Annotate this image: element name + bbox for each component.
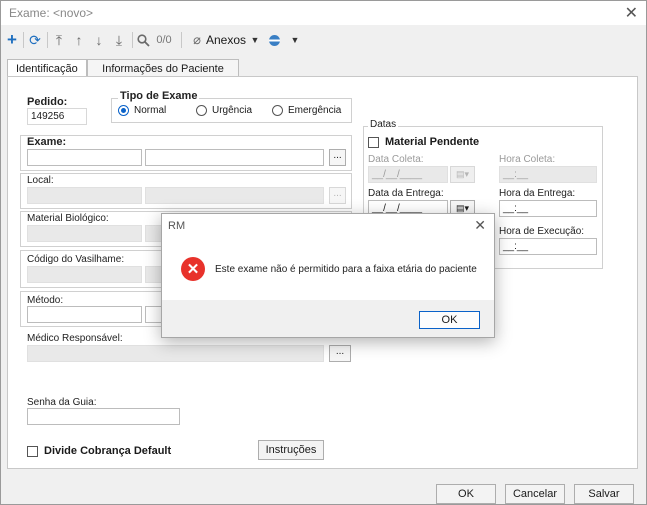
tipo-exame-label: Tipo de Exame <box>118 90 200 102</box>
exame-code-field[interactable] <box>27 149 142 166</box>
pedido-field[interactable]: 149256 <box>27 108 87 125</box>
radio-selected-icon <box>118 105 129 116</box>
exam-window: Exame: <novo> ✕ + ⟳ ⤒ ↑ ↓ ⤓ 0/0 ⌀ Anexos… <box>0 0 647 505</box>
radio-urgencia-label: Urgência <box>212 105 253 116</box>
save-button[interactable]: Salvar <box>574 484 634 504</box>
ok-button[interactable]: OK <box>436 484 496 504</box>
tab-informacoes-paciente[interactable]: Informações do Paciente <box>87 59 239 77</box>
medico-label: Médico Responsável: <box>27 333 123 344</box>
dialog-ok-button[interactable]: OK <box>419 311 480 329</box>
radio-unselected-icon <box>196 105 207 116</box>
globe-icon[interactable] <box>266 31 282 49</box>
toolbar: + ⟳ ⤒ ↑ ↓ ⤓ 0/0 ⌀ Anexos ▼ ▼ <box>1 28 646 52</box>
material-pendente-label: Material Pendente <box>385 136 480 148</box>
checkbox-box <box>27 445 38 457</box>
calendar-icon: ▤▾ <box>450 166 475 183</box>
medico-field <box>27 345 324 362</box>
hora-coleta-field: __:__ <box>499 166 597 183</box>
material-label: Material Biológico: <box>27 213 109 224</box>
radio-emergencia-label: Emergência <box>288 105 342 116</box>
toolbar-separator <box>181 32 182 48</box>
local-code-field <box>27 187 142 204</box>
radio-urgencia[interactable]: Urgência <box>196 105 252 116</box>
toolbar-separator <box>47 32 48 48</box>
local-name-field <box>145 187 324 204</box>
search-icon[interactable] <box>136 31 150 49</box>
last-record-icon[interactable]: ⤓ <box>112 31 126 49</box>
senha-label: Senha da Guia: <box>27 397 97 408</box>
hora-execucao-label: Hora de Execução: <box>499 226 585 237</box>
data-coleta-label: Data Coleta: <box>368 154 424 165</box>
divide-cobranca-checkbox[interactable]: Divide Cobrança Default <box>27 445 171 457</box>
hora-execucao-field[interactable]: __:__ <box>499 238 597 255</box>
toolbar-separator <box>132 32 133 48</box>
cancel-button[interactable]: Cancelar <box>505 484 565 504</box>
exame-lookup-button[interactable]: ... <box>329 149 346 166</box>
record-count: 0/0 <box>156 34 172 46</box>
senha-field[interactable] <box>27 408 180 425</box>
hora-coleta-label: Hora Coleta: <box>499 154 556 165</box>
error-dialog: RM ✕ ✕ Este exame não é permitido para a… <box>161 213 495 338</box>
material-code-field <box>27 225 142 242</box>
vasilhame-code-field <box>27 266 142 283</box>
hora-entrega-label: Hora da Entrega: <box>499 188 576 199</box>
medico-lookup-button[interactable]: ... <box>329 345 351 362</box>
window-close-icon[interactable]: ✕ <box>625 3 638 23</box>
material-pendente-checkbox[interactable]: Material Pendente <box>368 136 479 148</box>
title-bar: Exame: <novo> ✕ <box>1 1 646 25</box>
dialog-footer: OK <box>162 300 494 337</box>
first-record-icon[interactable]: ⤒ <box>52 31 66 49</box>
exame-name-field[interactable] <box>145 149 324 166</box>
dialog-message: Este exame não é permitido para a faixa … <box>215 264 477 275</box>
metodo-code-field[interactable] <box>27 306 142 323</box>
dialog-close-icon[interactable]: ✕ <box>474 217 486 234</box>
hora-entrega-field[interactable]: __:__ <box>499 200 597 217</box>
chevron-down-icon[interactable]: ▼ <box>290 31 300 49</box>
error-icon: ✕ <box>181 257 205 281</box>
instrucoes-button[interactable]: Instruções <box>258 440 324 460</box>
next-record-icon[interactable]: ↓ <box>92 31 106 49</box>
data-entrega-label: Data da Entrega: <box>368 188 444 199</box>
toolbar-separator <box>23 32 24 48</box>
radio-normal-label: Normal <box>134 105 167 116</box>
chevron-down-icon[interactable]: ▼ <box>250 31 260 49</box>
add-icon[interactable]: + <box>5 30 19 49</box>
pedido-label: Pedido: <box>27 96 68 108</box>
data-coleta-field: __/__/____ <box>368 166 448 183</box>
paperclip-icon[interactable]: ⌀ <box>191 31 203 49</box>
local-lookup-button: ... <box>329 187 346 204</box>
radio-unselected-icon <box>272 105 283 116</box>
window-title: Exame: <novo> <box>9 6 94 20</box>
metodo-label: Método: <box>27 295 64 306</box>
radio-normal[interactable]: Normal <box>118 105 166 116</box>
refresh-icon[interactable]: ⟳ <box>27 31 43 49</box>
radio-emergencia[interactable]: Emergência <box>272 105 341 116</box>
divide-cobranca-label: Divide Cobrança Default <box>44 445 172 457</box>
datas-label: Datas <box>368 119 399 130</box>
previous-record-icon[interactable]: ↑ <box>72 31 86 49</box>
dialog-body: ✕ Este exame não é permitido para a faix… <box>162 238 494 300</box>
exame-label: Exame: <box>27 136 67 148</box>
dialog-title: RM <box>168 220 186 232</box>
local-label: Local: <box>27 175 54 186</box>
anexos-button[interactable]: Anexos <box>206 31 246 49</box>
vasilhame-label: Código do Vasilhame: <box>27 254 125 265</box>
checkbox-box <box>368 136 379 148</box>
